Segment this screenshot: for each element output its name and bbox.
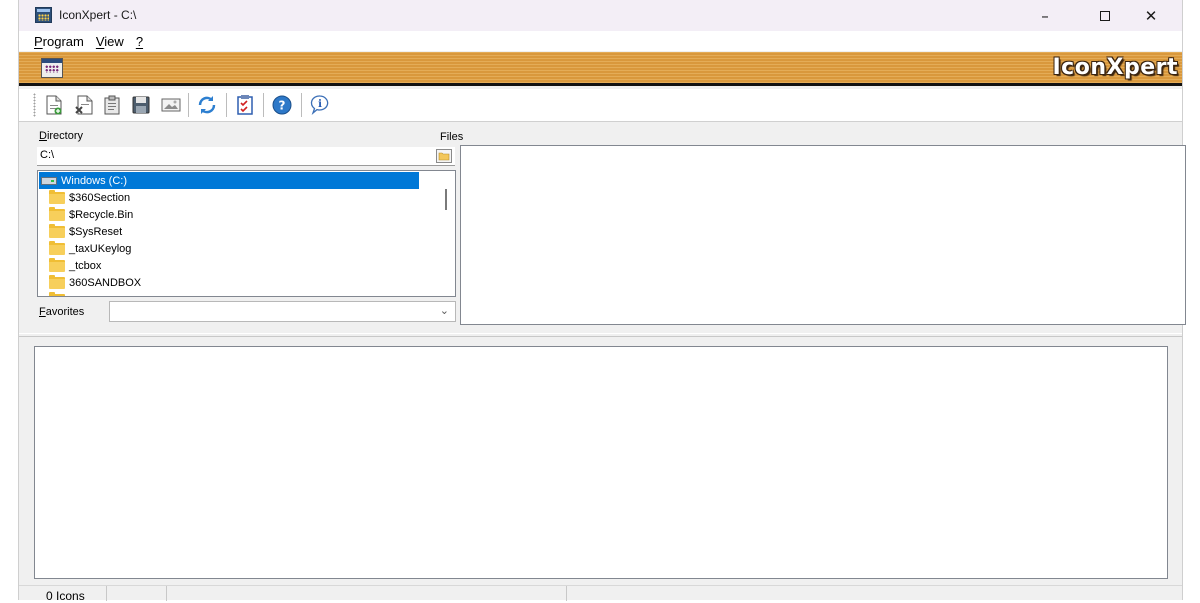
- folder-icon: [49, 223, 65, 238]
- app-icon[interactable]: [35, 7, 52, 23]
- checklist-icon[interactable]: [233, 93, 257, 117]
- maximize-button[interactable]: [1082, 0, 1128, 31]
- svg-text:?: ?: [279, 99, 286, 113]
- info-icon[interactable]: i: [308, 93, 332, 117]
- menu-bar: Program View ?: [19, 31, 1182, 51]
- tree-item[interactable]: _taxUKeylog: [38, 240, 438, 257]
- folder-icon: [49, 240, 65, 255]
- files-list[interactable]: [460, 145, 1186, 325]
- status-bar: 0 Icons: [19, 585, 1182, 603]
- brand-logo-text: IconXpert: [1052, 55, 1178, 80]
- tree-item[interactable]: 360SANDBOX: [38, 274, 438, 291]
- toolbar-separator: [188, 93, 189, 117]
- toolbar-separator: [263, 93, 264, 117]
- new-document-icon[interactable]: [42, 93, 66, 117]
- maximize-icon: [1100, 10, 1110, 21]
- menu-help[interactable]: ?: [136, 34, 143, 49]
- status-cell-3: [167, 586, 567, 601]
- browser-panel: Directory C:\ Windows (C:) $360Section $…: [19, 123, 1186, 333]
- folder-icon: [49, 257, 65, 272]
- tree-item-drive[interactable]: Windows (C:): [39, 172, 419, 189]
- directory-field[interactable]: C:\: [37, 147, 455, 166]
- help-icon[interactable]: ?: [270, 93, 294, 117]
- toolbar-separator: [226, 93, 227, 117]
- delete-document-icon[interactable]: [72, 93, 96, 117]
- folder-icon: [49, 274, 65, 289]
- menu-view[interactable]: View: [96, 34, 124, 49]
- chevron-down-icon[interactable]: ⌄: [440, 304, 449, 317]
- status-icon-count: 0 Icons: [19, 586, 107, 603]
- iconx-logo-icon: [41, 58, 63, 78]
- tree-item[interactable]: _tcbox: [38, 257, 438, 274]
- save-icon[interactable]: [129, 93, 153, 117]
- favorites-dropdown[interactable]: ⌄: [109, 301, 456, 322]
- toolbar: ? i: [19, 89, 1182, 122]
- window-title: IconXpert - C:\: [59, 8, 137, 22]
- favorites-label: Favorites: [39, 306, 85, 318]
- desktop-background-left: [0, 0, 18, 600]
- status-cell-2: [107, 586, 167, 601]
- tree-scrollbar[interactable]: [438, 171, 455, 296]
- browse-folder-icon[interactable]: [436, 149, 452, 163]
- folder-icon: [49, 189, 65, 204]
- drive-icon: [41, 176, 57, 185]
- brand-banner: IconXpert: [19, 52, 1182, 86]
- refresh-icon[interactable]: [195, 93, 219, 117]
- tree-item[interactable]: $SysReset: [38, 223, 438, 240]
- tree-item-partial[interactable]: [38, 291, 438, 296]
- directory-tree[interactable]: Windows (C:) $360Section $Recycle.Bin $S…: [37, 170, 456, 297]
- tree-item[interactable]: $Recycle.Bin: [38, 206, 438, 223]
- icons-view[interactable]: [34, 346, 1168, 579]
- svg-text:i: i: [318, 99, 322, 110]
- toolbar-grip[interactable]: [33, 93, 36, 117]
- image-icon[interactable]: [159, 93, 183, 117]
- title-bar[interactable]: IconXpert - C:\ – ✕: [19, 0, 1182, 31]
- folder-icon: [49, 291, 65, 296]
- close-button[interactable]: ✕: [1128, 0, 1174, 31]
- menu-program[interactable]: Program: [34, 34, 84, 49]
- directory-value: C:\: [40, 149, 55, 161]
- minimize-button[interactable]: –: [1022, 0, 1068, 31]
- clipboard-icon[interactable]: [100, 93, 124, 117]
- directory-label: Directory: [39, 130, 84, 142]
- folder-icon: [49, 206, 65, 221]
- app-window: IconXpert - C:\ – ✕ Program View ? IconX…: [18, 0, 1186, 603]
- tree-item[interactable]: $360Section: [38, 189, 438, 206]
- tree-scrollbar-thumb[interactable]: [445, 189, 447, 210]
- toolbar-separator: [301, 93, 302, 117]
- files-label: Files: [440, 131, 464, 143]
- panel-splitter[interactable]: [19, 333, 1182, 337]
